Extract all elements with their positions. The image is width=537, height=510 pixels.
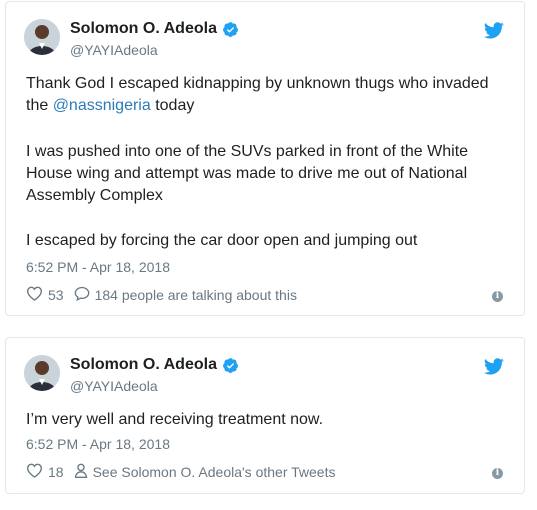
tweet-paragraph: I escaped by forcing the car door open a… [26, 232, 418, 249]
tweet-card: Solomon O. Adeola @YAYIAdeola I’m very w… [5, 337, 525, 494]
tweet-text: Thank God I escaped kidnapping by unknow… [26, 73, 504, 117]
person-icon[interactable] [74, 463, 88, 481]
avatar[interactable] [24, 19, 60, 55]
author-handle[interactable]: @YAYIAdeola [70, 378, 158, 394]
tweet-card: Solomon O. Adeola @YAYIAdeola Thank God … [5, 1, 525, 316]
info-icon[interactable]: i [492, 468, 503, 479]
speech-bubble-icon[interactable] [74, 286, 90, 304]
tweet-text-fragment: the [26, 97, 53, 114]
like-count[interactable]: 53 [48, 287, 64, 303]
other-tweets-link[interactable]: See Solomon O. Adeola's other Tweets [93, 464, 336, 480]
author-handle[interactable]: @YAYIAdeola [70, 42, 158, 58]
tweet-text: I’m very well and receiving treatment no… [26, 411, 324, 428]
tweet-paragraph: I was pushed into one of the SUVs parked… [26, 143, 469, 204]
info-icon[interactable]: i [492, 291, 503, 302]
verified-badge-icon [223, 357, 238, 373]
conversation-link[interactable]: 184 people are talking about this [95, 287, 297, 303]
twitter-bird-icon[interactable] [484, 358, 504, 375]
verified-badge-icon [223, 21, 238, 37]
author-name[interactable]: Solomon O. Adeola [70, 20, 217, 38]
mention-link[interactable]: @nassnigeria [53, 97, 151, 114]
heart-icon[interactable] [26, 463, 43, 481]
avatar[interactable] [24, 355, 60, 391]
tweet-timestamp[interactable]: 6:52 PM - Apr 18, 2018 [26, 259, 170, 275]
heart-icon[interactable] [26, 286, 43, 304]
tweet-text-line: Thank God I escaped kidnapping by unknow… [26, 75, 489, 92]
twitter-bird-icon[interactable] [484, 22, 504, 39]
tweet-text-fragment: today [150, 97, 195, 114]
like-count[interactable]: 18 [48, 464, 64, 480]
author-name[interactable]: Solomon O. Adeola [70, 356, 217, 374]
tweet-timestamp[interactable]: 6:52 PM - Apr 18, 2018 [26, 436, 170, 452]
